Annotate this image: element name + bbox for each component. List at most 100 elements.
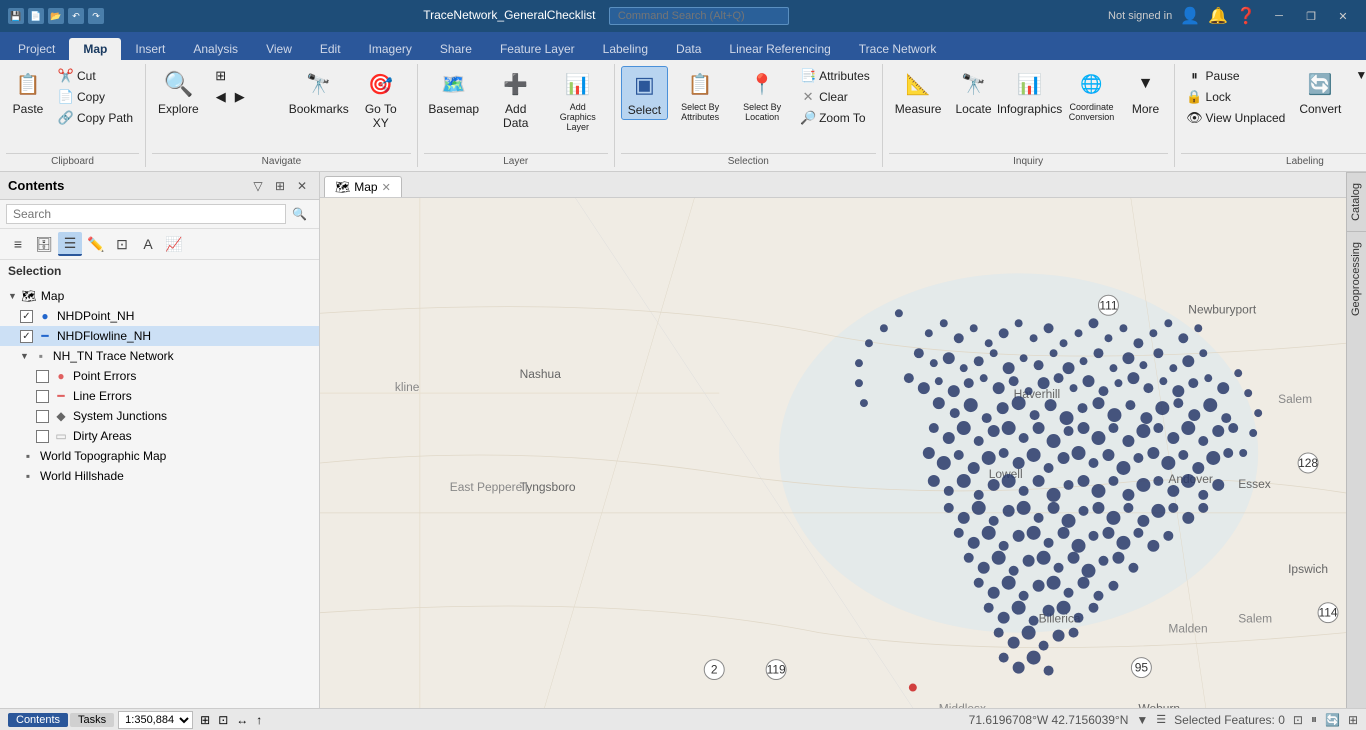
open-icon[interactable]: 📂 bbox=[48, 8, 64, 24]
search-button[interactable]: 🔍 bbox=[286, 205, 313, 223]
add-graphics-button[interactable]: 📊 Add Graphics Layer bbox=[548, 66, 608, 134]
undo-icon[interactable]: ↶ bbox=[68, 8, 84, 24]
lock-button[interactable]: 🔒 Lock bbox=[1181, 87, 1292, 107]
help-icon[interactable]: ❓ bbox=[1236, 6, 1256, 26]
select-button[interactable]: ▣ Select bbox=[621, 66, 668, 120]
tab-edit[interactable]: Edit bbox=[306, 38, 355, 60]
layer-item-nh-tn[interactable]: ▼ ▪ NH_TN Trace Network bbox=[0, 346, 319, 366]
redo-icon[interactable]: ↷ bbox=[88, 8, 104, 24]
view-unplaced-button[interactable]: 👁 View Unplaced bbox=[1181, 108, 1292, 128]
layer-item-world-hillshade[interactable]: ▪ World Hillshade bbox=[0, 466, 319, 486]
user-icon[interactable]: 👤 bbox=[1180, 6, 1200, 26]
line-errors-checkbox[interactable] bbox=[36, 390, 49, 403]
map-tab[interactable]: 🗺 Map ✕ bbox=[324, 176, 402, 197]
layer-item-dirty-areas[interactable]: ▭ Dirty Areas bbox=[0, 426, 319, 446]
tab-view[interactable]: View bbox=[252, 38, 306, 60]
fit-to-window-icon[interactable]: ⊞ bbox=[197, 713, 213, 727]
snap-to-grid-icon[interactable]: ⊡ bbox=[215, 713, 231, 727]
nav-back-button[interactable]: ◀ ▶ bbox=[207, 87, 287, 107]
select-by-location-button[interactable]: 📍 Select By Location bbox=[732, 66, 792, 124]
paste-button[interactable]: 📋 Paste bbox=[6, 66, 50, 118]
explore-button[interactable]: 🔍 Explore bbox=[152, 66, 205, 118]
layer-item-point-errors[interactable]: ● Point Errors bbox=[0, 366, 319, 386]
close-button[interactable]: ✕ bbox=[1328, 6, 1358, 26]
tab-imagery[interactable]: Imagery bbox=[355, 38, 426, 60]
tab-data[interactable]: Data bbox=[662, 38, 715, 60]
pause-button[interactable]: ⏸ bbox=[1311, 712, 1317, 727]
tab-linear-referencing[interactable]: Linear Referencing bbox=[715, 38, 844, 60]
tab-map[interactable]: Map bbox=[69, 38, 121, 60]
new-icon[interactable]: 📄 bbox=[28, 8, 44, 24]
tab-trace-network[interactable]: Trace Network bbox=[845, 38, 951, 60]
expand-map[interactable]: ▼ bbox=[8, 291, 17, 301]
map-view[interactable]: Nashua kline Tyngsboro East Pepperell Ha… bbox=[320, 198, 1346, 708]
coordinates-dropdown[interactable]: ▼ bbox=[1136, 713, 1148, 727]
tab-feature-layer[interactable]: Feature Layer bbox=[486, 38, 589, 60]
more-labeling-button[interactable]: ▼ More bbox=[1349, 66, 1366, 84]
point-errors-checkbox[interactable] bbox=[36, 370, 49, 383]
contents-bottom-tab[interactable]: Contents bbox=[8, 713, 68, 727]
tab-project[interactable]: Project bbox=[4, 38, 69, 60]
nhdflowline-checkbox[interactable]: ✓ bbox=[20, 330, 33, 343]
clear-button[interactable]: ✕ Clear bbox=[794, 87, 876, 107]
list-by-snapping[interactable]: ⊡ bbox=[110, 232, 134, 256]
bookmarks-button[interactable]: 🔭 Bookmarks bbox=[289, 66, 349, 118]
zoom-to-button[interactable]: 🔎 Zoom To bbox=[794, 108, 876, 128]
zoom-full-button[interactable]: ⊞ bbox=[207, 66, 287, 86]
attributes-button[interactable]: 📑 Attributes bbox=[794, 66, 876, 86]
geoprocessing-panel-tab[interactable]: Geoprocessing bbox=[1347, 231, 1366, 326]
cut-button[interactable]: ✂️ Cut bbox=[52, 66, 139, 86]
layer-item-map[interactable]: ▼ 🗺 Map bbox=[0, 286, 319, 306]
add-data-button[interactable]: ➕ Add Data bbox=[486, 66, 546, 132]
nhdpoint-checkbox[interactable]: ✓ bbox=[20, 310, 33, 323]
tab-insert[interactable]: Insert bbox=[121, 38, 179, 60]
copy-path-button[interactable]: 🔗 Copy Path bbox=[52, 108, 139, 128]
system-junctions-checkbox[interactable] bbox=[36, 410, 49, 423]
lock-view-icon[interactable]: ⊞ bbox=[1348, 713, 1358, 727]
layer-item-world-topo[interactable]: ▪ World Topographic Map bbox=[0, 446, 319, 466]
list-by-editing[interactable]: ✏️ bbox=[84, 232, 108, 256]
tab-labeling[interactable]: Labeling bbox=[589, 38, 662, 60]
scale-select[interactable]: 1:350,884 bbox=[118, 711, 193, 729]
list-by-data-source[interactable]: 🗄 bbox=[32, 232, 56, 256]
tasks-bottom-tab[interactable]: Tasks bbox=[70, 713, 114, 727]
pause-button[interactable]: ⏸ Pause bbox=[1181, 66, 1292, 86]
dirty-areas-checkbox[interactable] bbox=[36, 430, 49, 443]
tab-share[interactable]: Share bbox=[426, 38, 486, 60]
tab-analysis[interactable]: Analysis bbox=[179, 38, 252, 60]
catalog-panel-tab[interactable]: Catalog bbox=[1347, 172, 1366, 231]
map-tab-close[interactable]: ✕ bbox=[382, 181, 391, 194]
restore-button[interactable]: ❐ bbox=[1296, 6, 1326, 26]
measure-button[interactable]: 📐 Measure bbox=[889, 66, 948, 118]
locate-button[interactable]: 🔭 Locate bbox=[949, 66, 997, 118]
options-icon[interactable]: ⊞ bbox=[271, 177, 289, 195]
list-by-selection[interactable]: ☰ bbox=[58, 232, 82, 256]
layer-item-nhdflowline[interactable]: ✓ ━ NHDFlowline_NH bbox=[0, 326, 319, 346]
convert-button[interactable]: 🔄 Convert bbox=[1293, 66, 1347, 118]
pause-map-icon[interactable]: ⊡ bbox=[1293, 713, 1303, 727]
filter-icon[interactable]: ▽ bbox=[249, 177, 267, 195]
list-by-charts[interactable]: 📈 bbox=[162, 232, 186, 256]
notification-icon[interactable]: 🔔 bbox=[1208, 6, 1228, 26]
minimize-button[interactable]: ─ bbox=[1264, 6, 1294, 26]
close-panel-icon[interactable]: ✕ bbox=[293, 177, 311, 195]
expand-nh-tn[interactable]: ▼ bbox=[20, 351, 29, 361]
coordinate-conversion-button[interactable]: 🌐 Coordinate Conversion bbox=[1062, 66, 1122, 124]
infographics-button[interactable]: 📊 Infographics bbox=[1000, 66, 1060, 118]
measure-scale-icon[interactable]: ↔ bbox=[233, 713, 251, 727]
list-by-drawing-order[interactable]: ≡ bbox=[6, 232, 30, 256]
layer-item-line-errors[interactable]: ━ Line Errors bbox=[0, 386, 319, 406]
layer-item-system-junctions[interactable]: ◆ System Junctions bbox=[0, 406, 319, 426]
go-to-xy-button[interactable]: 🎯 Go To XY bbox=[351, 66, 411, 132]
contents-search[interactable] bbox=[6, 204, 286, 224]
layer-item-nhdpoint[interactable]: ✓ ● NHDPoint_NH bbox=[0, 306, 319, 326]
copy-button[interactable]: 📄 Copy bbox=[52, 87, 139, 107]
basemap-button[interactable]: 🗺️ Basemap bbox=[424, 66, 484, 118]
more-inquiry-button[interactable]: ▼ More bbox=[1124, 66, 1168, 118]
select-by-attributes-button[interactable]: 📋 Select By Attributes bbox=[670, 66, 730, 124]
save-icon[interactable]: 💾 bbox=[8, 8, 24, 24]
refresh-icon[interactable]: 🔄 bbox=[1325, 713, 1340, 727]
list-by-labeling[interactable]: A bbox=[136, 232, 160, 256]
command-search[interactable] bbox=[609, 7, 789, 25]
north-arrow-icon[interactable]: ↑ bbox=[253, 713, 265, 727]
